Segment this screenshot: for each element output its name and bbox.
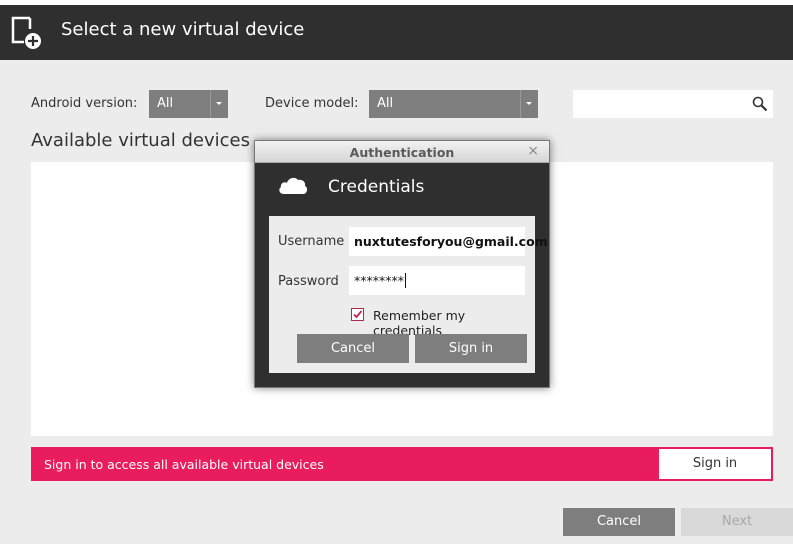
cancel-button[interactable]: Cancel: [563, 508, 675, 536]
available-devices-title: Available virtual devices: [31, 130, 250, 151]
banner-sign-in-button[interactable]: Sign in: [659, 449, 771, 479]
next-button[interactable]: Next: [681, 508, 793, 536]
dialog-heading: Credentials: [328, 177, 425, 197]
username-label: Username: [278, 234, 345, 249]
dialog-titlebar[interactable]: Authentication ×: [255, 141, 549, 163]
text-cursor: [405, 273, 406, 288]
check-icon: [353, 310, 363, 319]
banner-sign-in-label: Sign in: [692, 456, 738, 471]
dialog-sign-in-button[interactable]: Sign in: [415, 334, 527, 363]
chevron-down-icon: [520, 90, 538, 118]
cloud-icon: [277, 174, 309, 200]
page-title: Select a new virtual device: [61, 19, 305, 40]
authentication-dialog: Authentication × Credentials Username nu…: [254, 140, 550, 388]
app-header: Select a new virtual device: [0, 0, 793, 60]
username-value: nuxtutesforyou@gmail.com: [354, 234, 548, 249]
search-input[interactable]: [573, 90, 773, 118]
search-icon[interactable]: [752, 96, 768, 116]
banner-text: Sign in to access all available virtual …: [44, 457, 324, 472]
username-field[interactable]: nuxtutesforyou@gmail.com: [349, 227, 548, 256]
add-device-icon: [10, 15, 42, 53]
android-version-select[interactable]: All: [149, 90, 228, 118]
password-value: ********: [354, 273, 404, 288]
password-label: Password: [278, 274, 339, 289]
password-field[interactable]: ********: [349, 266, 525, 295]
dialog-title: Authentication: [349, 145, 455, 160]
device-model-label: Device model:: [265, 96, 359, 111]
credentials-form: Username nuxtutesforyou@gmail.com Passwo…: [269, 216, 548, 373]
device-model-select[interactable]: All: [369, 90, 538, 118]
android-version-label: Android version:: [31, 96, 138, 111]
sign-in-banner: Sign in to access all available virtual …: [31, 447, 773, 481]
android-version-value: All: [157, 96, 174, 111]
dialog-cancel-button[interactable]: Cancel: [297, 334, 409, 363]
close-icon[interactable]: ×: [527, 143, 539, 159]
remember-checkbox[interactable]: [351, 308, 364, 321]
chevron-down-icon: [210, 90, 228, 118]
device-model-value: All: [377, 96, 394, 111]
